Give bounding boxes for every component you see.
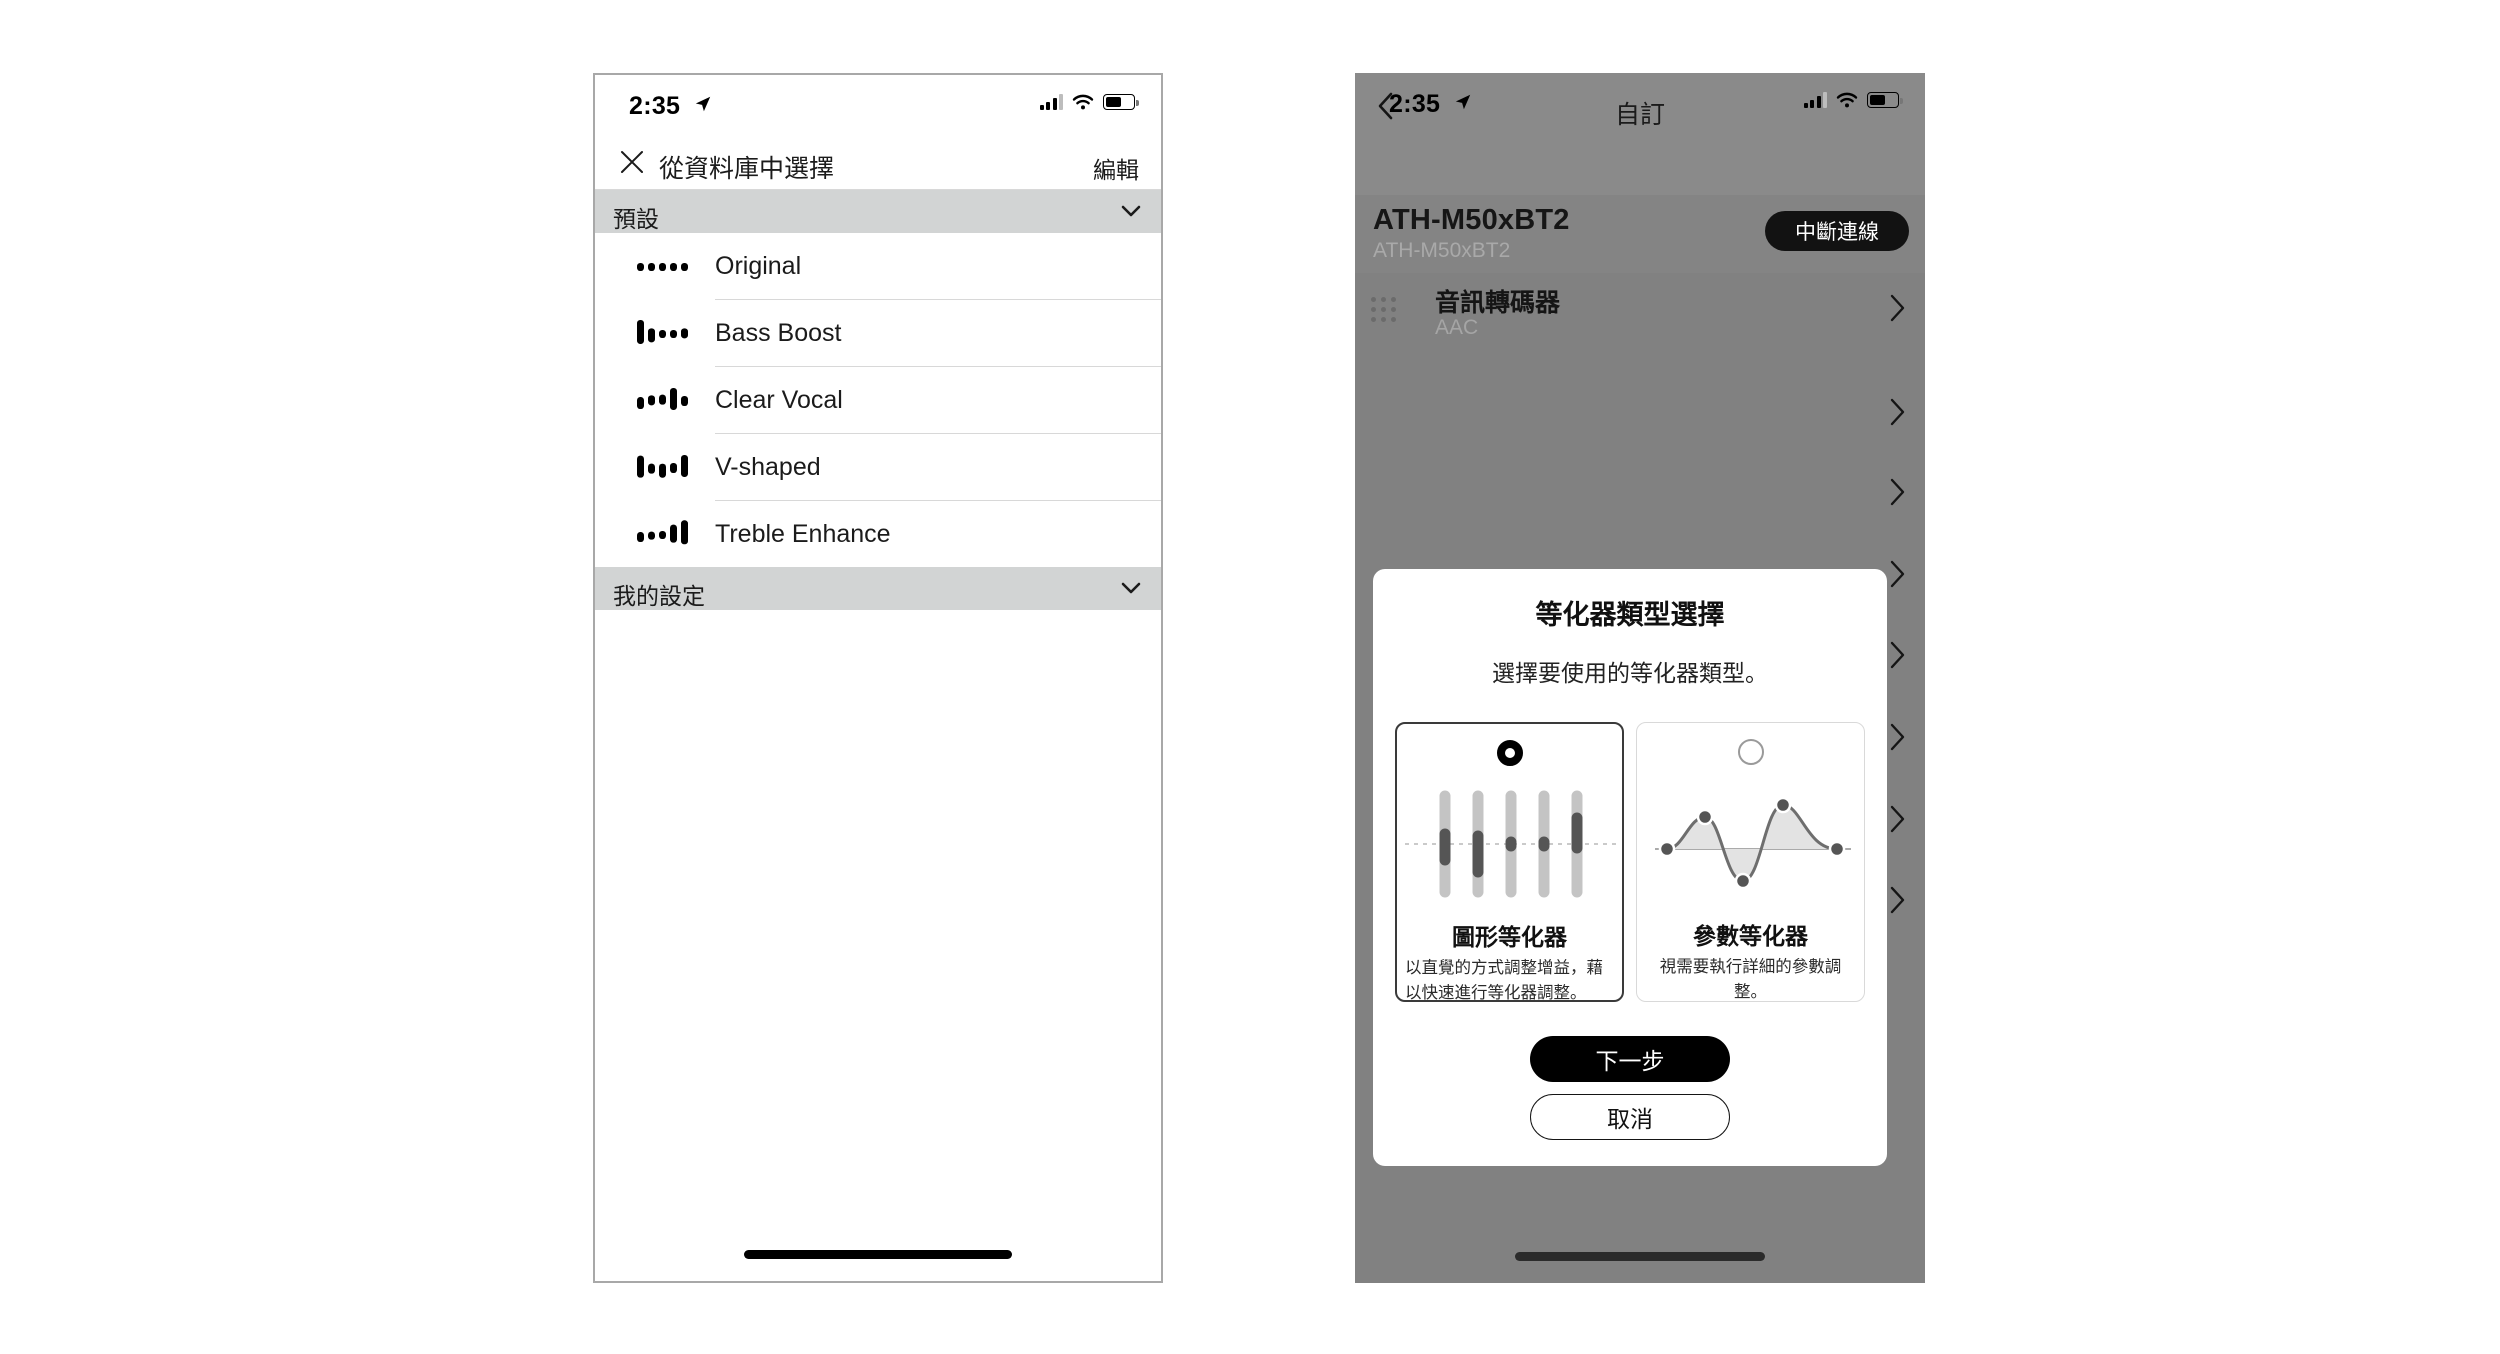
eq-curve-icon — [637, 251, 695, 283]
eq-curve-icon — [637, 519, 695, 551]
graphic-eq-sliders-icon — [1405, 790, 1621, 898]
device-name: ATH-M50xBT2 — [1373, 204, 1570, 236]
option-card-graphic-eq[interactable]: 圖形等化器 以直覺的方式調整增益，藉以快速進行等化器調整。 — [1395, 722, 1625, 1002]
screenshot-canvas: 2:35 從資料庫中選擇 編輯 預設 Original Bass Boost C… — [0, 0, 2500, 1354]
eq-curve-icon — [637, 385, 695, 417]
section-header-my-settings[interactable]: 我的設定 — [595, 567, 1161, 610]
eq-type-options: 圖形等化器 以直覺的方式調整增益，藉以快速進行等化器調整。 參數等化器 視需要執… — [1395, 722, 1865, 1002]
status-bar-left: 2:35 — [595, 75, 1161, 137]
option-card-parametric-eq[interactable]: 參數等化器 視需要執行詳細的參數調整。 — [1636, 722, 1865, 1002]
option-description: 以直覺的方式調整增益，藉以快速進行等化器調整。 — [1405, 959, 1603, 1002]
preset-label: Clear Vocal — [715, 386, 843, 414]
home-indicator — [1515, 1252, 1765, 1261]
chevron-down-icon — [1121, 205, 1141, 217]
page-title: 自訂 — [1614, 101, 1665, 129]
radio-graphic-eq[interactable] — [1496, 740, 1523, 766]
page-title: 從資料庫中選擇 — [659, 155, 835, 183]
eq-type-dialog: 等化器類型選擇 選擇要使用的等化器類型。 圖形等化器 以直覺的方式調整增益，藉以… — [1373, 569, 1887, 1166]
preset-label: Treble Enhance — [715, 520, 891, 548]
disconnect-button[interactable]: 中斷連線 — [1765, 211, 1909, 251]
right-content-area: 音訊轉碼器 AAC 等化器類型選擇 選擇要使用的等化器類型。 圖形等化器 以直覺… — [1355, 273, 1925, 1283]
section-label: 預設 — [613, 206, 659, 232]
cancel-button[interactable]: 取消 — [1530, 1094, 1730, 1140]
device-model: ATH-M50xBT2 — [1373, 239, 1511, 262]
option-title: 圖形等化器 — [1452, 924, 1567, 950]
option-title: 參數等化器 — [1693, 923, 1808, 949]
option-description: 視需要執行詳細的參數調整。 — [1659, 958, 1842, 1001]
section-header-presets[interactable]: 預設 — [595, 190, 1161, 233]
eq-curve-icon — [637, 318, 695, 350]
preset-row[interactable]: V-shaped — [595, 434, 1161, 500]
parametric-eq-curve-icon — [1655, 796, 1852, 890]
edit-button[interactable]: 編輯 — [1093, 151, 1139, 185]
preset-label: Bass Boost — [715, 319, 842, 347]
preset-label: Original — [715, 252, 802, 280]
left-navbar: 從資料庫中選擇 編輯 — [595, 137, 1161, 189]
cellular-signal-icon — [1039, 94, 1063, 110]
battery-icon — [1103, 94, 1139, 110]
dialog-description: 選擇要使用的等化器類型。 — [1492, 660, 1768, 686]
right-phone-screen: 2:35 自訂 ATH-M50xBT2 ATH-M50xBT2 中斷連線 音訊轉… — [1355, 73, 1925, 1283]
radio-parametric-eq[interactable] — [1737, 739, 1764, 765]
wifi-icon — [1072, 94, 1094, 110]
next-button[interactable]: 下一步 — [1530, 1036, 1730, 1082]
dialog-title: 等化器類型選擇 — [1535, 600, 1725, 630]
preset-row[interactable]: Clear Vocal — [595, 367, 1161, 433]
preset-row[interactable]: Treble Enhance — [595, 501, 1161, 567]
status-indicators — [1039, 94, 1139, 110]
left-phone-screen: 2:35 從資料庫中選擇 編輯 預設 Original Bass Boost C… — [593, 73, 1163, 1283]
chevron-down-icon — [1121, 582, 1141, 594]
preset-row[interactable]: Bass Boost — [595, 300, 1161, 366]
preset-row[interactable]: Original — [595, 233, 1161, 299]
right-top-band: 2:35 自訂 — [1355, 73, 1925, 195]
home-indicator — [744, 1250, 1012, 1259]
preset-list: Original Bass Boost Clear Vocal V-shaped Tre… — [595, 233, 1161, 567]
section-label: 我的設定 — [613, 583, 705, 609]
location-arrow-icon — [695, 96, 711, 112]
eq-curve-icon — [637, 452, 695, 484]
close-x-icon[interactable] — [619, 149, 645, 175]
preset-label: V-shaped — [715, 453, 821, 481]
status-time: 2:35 — [629, 92, 681, 120]
device-band: ATH-M50xBT2 ATH-M50xBT2 中斷連線 — [1355, 195, 1925, 273]
